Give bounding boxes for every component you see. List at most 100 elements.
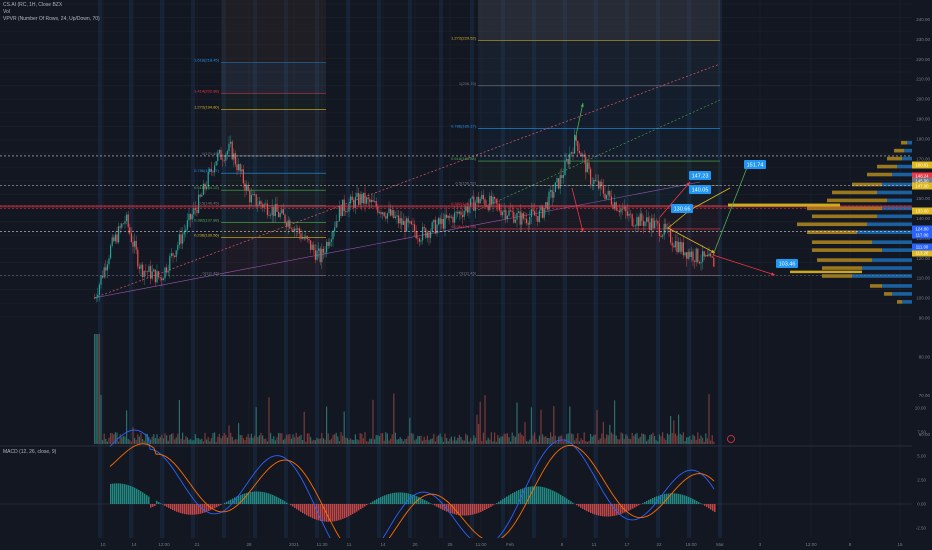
macd-histogram-bar [436, 504, 438, 507]
candle-body [460, 211, 462, 215]
fib-zone-band [221, 62, 326, 94]
time-axis[interactable]: 10 14 12:00 21 28 2021 11:30 11 14 20 25 11:00 Feb 8 1… [0, 538, 932, 550]
candle-body [452, 216, 454, 223]
macd-histogram-bar [512, 493, 514, 504]
volume-bar [335, 432, 337, 444]
candle-body [298, 228, 300, 234]
volume-bar [322, 438, 324, 444]
price-badge: 117.00 [912, 231, 932, 239]
candle-body [239, 164, 241, 172]
macd-histogram-bar [430, 503, 432, 504]
macd-histogram-bar [438, 504, 440, 508]
macd-histogram-bar [152, 504, 154, 507]
volume-bar [319, 438, 321, 444]
volume-bar [345, 437, 347, 444]
candle-body [492, 196, 494, 205]
candle-body [553, 192, 555, 198]
macd-histogram-bar [148, 496, 150, 504]
macd-histogram-bar [262, 491, 264, 504]
candle-body [174, 255, 176, 257]
candle-body [530, 209, 532, 218]
candle-body [311, 244, 313, 250]
price-callout[interactable]: 103.46 [776, 259, 798, 268]
price-callout[interactable]: 147.23 [689, 171, 711, 180]
macd-histogram-bar [132, 486, 134, 504]
macd-histogram-bar [184, 504, 186, 515]
macd-histogram-bar [580, 504, 582, 508]
candle-body [102, 275, 104, 278]
volume-bar [292, 434, 294, 444]
vpvr-legend[interactable]: VPVR (Number Of Rows, 24, Up/Down, 70) [3, 16, 104, 22]
candle-body [329, 241, 331, 246]
macd-histogram-bar [344, 504, 346, 519]
candle-body [126, 214, 128, 222]
volume-bar [388, 440, 390, 444]
volume-bar [708, 394, 710, 444]
price-callout[interactable]: 151.74 [744, 160, 766, 169]
volume-bar [356, 439, 358, 444]
volume-bar [466, 435, 468, 444]
volume-legend[interactable]: Vol [3, 9, 14, 15]
macd-histogram-bar [602, 504, 604, 517]
candle-body [662, 234, 664, 237]
fib-left-label: 0.236(130.56) [194, 232, 220, 237]
candle-body [551, 190, 553, 198]
volume-bar [391, 434, 393, 444]
volume-bar [686, 437, 688, 444]
macd-histogram-bar [514, 491, 516, 504]
volume-bar [430, 439, 432, 444]
volume-bar [529, 439, 531, 444]
volume-bar [226, 437, 228, 444]
candle-body [362, 192, 364, 204]
volume-bar [153, 434, 155, 444]
yellow-level [728, 203, 840, 207]
candle-body [257, 204, 259, 206]
candle-body [114, 234, 116, 242]
volume-bar [302, 439, 304, 444]
candle-body [447, 215, 449, 218]
fib-zone-top [478, 0, 720, 41]
candle-body [190, 213, 192, 220]
symbol-legend[interactable]: CS.AI (RC, 1H, Close BZX [3, 2, 66, 8]
vol-label: Vol [3, 9, 10, 15]
price-callout[interactable]: 140.05 [689, 185, 711, 194]
macd-histogram-bar [384, 495, 386, 504]
volume-bar [350, 438, 352, 444]
candle-body [618, 210, 620, 213]
volume-bar [396, 439, 398, 444]
volume-bar [225, 434, 227, 444]
macd-histogram-bar [584, 504, 586, 511]
macd-histogram-bar [158, 502, 160, 504]
macd-histogram-bar [696, 500, 698, 504]
volume-bar [146, 433, 148, 444]
volume-bar [217, 436, 219, 444]
volume-bar [655, 440, 657, 444]
volume-bar [433, 433, 435, 444]
macd-histogram-bar [280, 498, 282, 504]
candle-body [569, 153, 571, 165]
volume-bar [489, 439, 491, 444]
candle-body [503, 210, 505, 212]
volume-bar [436, 436, 438, 444]
macd-legend[interactable]: MACD (12, 26, close, 9) [3, 449, 60, 455]
candle-body [428, 232, 430, 238]
volume-bar [287, 434, 289, 444]
macd-histogram-bar [522, 488, 524, 504]
macd-histogram-bar [228, 500, 230, 504]
macd-histogram-bar [294, 504, 296, 508]
volume-bar [478, 424, 480, 444]
candle-body [148, 266, 150, 273]
macd-histogram-bar [424, 500, 426, 504]
candle-body [537, 216, 539, 222]
volume-bar [588, 440, 590, 444]
chart-canvas[interactable]: 151.74 147.23 140.05 130.66 103.46 1.618(218… [0, 0, 932, 550]
volume-bar [222, 435, 224, 444]
volume-bar [294, 437, 296, 444]
macd-histogram-bar [440, 504, 442, 509]
volume-bar [625, 434, 627, 444]
candle-body [422, 226, 424, 241]
fib-zone-band [478, 185, 720, 206]
candle-body [162, 278, 164, 281]
price-callout[interactable]: 130.66 [671, 204, 693, 213]
candle-body [270, 215, 272, 216]
